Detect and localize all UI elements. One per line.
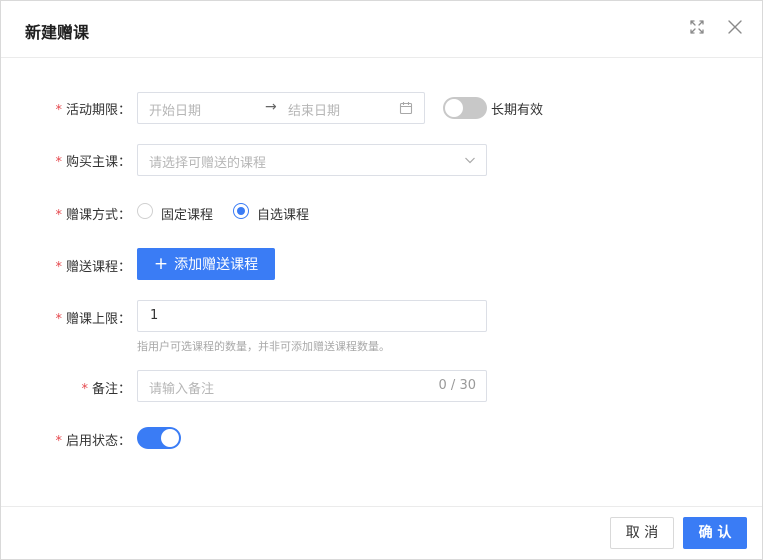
close-icon[interactable] — [726, 18, 744, 36]
remark-counter: 0 / 30 — [438, 378, 476, 393]
required-mark: * — [55, 312, 62, 327]
toggle-knob — [161, 429, 179, 447]
gift-courses-row: * 赠送课程： + 添加赠送课程 — [1, 248, 762, 280]
required-mark: * — [55, 155, 62, 170]
remark-row: * 备注： 请输入备注 0 / 30 — [1, 370, 762, 402]
fullscreen-icon[interactable] — [688, 18, 706, 36]
toggle-knob — [445, 99, 463, 117]
limit-value[interactable]: 1 — [150, 308, 158, 323]
main-course-select[interactable]: 请选择可赠送的课程 — [137, 144, 487, 176]
start-date-placeholder[interactable]: 开始日期 — [149, 100, 201, 119]
limit-label: * 赠课上限： — [55, 312, 131, 327]
required-mark: * — [55, 260, 62, 275]
radio-fixed-course[interactable] — [137, 203, 153, 219]
calendar-icon[interactable] — [399, 101, 413, 119]
limit-hint: 指用户可选课程的数量，并非可添加赠送课程数量。 — [137, 340, 390, 353]
date-range-picker[interactable]: 开始日期 → 结束日期 — [137, 92, 425, 124]
plus-icon: + — [153, 254, 169, 274]
radio-optional-course-label[interactable]: 自选课程 — [257, 204, 309, 223]
gift-courses-label: * 赠送课程： — [55, 260, 131, 275]
period-label: * 活动期限： — [55, 103, 131, 118]
dialog-footer: 取 消 确 认 — [1, 506, 762, 560]
remark-label: * 备注： — [81, 382, 131, 397]
main-course-placeholder: 请选择可赠送的课程 — [149, 156, 267, 171]
add-gift-course-button[interactable]: + 添加赠送课程 — [137, 248, 275, 280]
cancel-button[interactable]: 取 消 — [610, 517, 674, 549]
required-mark: * — [55, 434, 62, 449]
main-course-label: * 购买主课： — [55, 155, 131, 170]
gift-mode-label: * 赠课方式： — [55, 208, 131, 223]
required-mark: * — [55, 103, 62, 118]
long-term-toggle[interactable] — [443, 97, 487, 119]
confirm-button[interactable]: 确 认 — [683, 517, 747, 549]
remark-placeholder: 请输入备注 — [149, 382, 215, 397]
long-term-label: 长期有效 — [491, 103, 544, 118]
chevron-down-icon[interactable] — [464, 154, 476, 170]
end-date-placeholder[interactable]: 结束日期 — [288, 100, 340, 119]
radio-optional-course[interactable] — [233, 203, 249, 219]
gift-mode-row: * 赠课方式： 固定课程 自选课程 — [1, 199, 762, 223]
dialog-title: 新建赠课 — [25, 23, 90, 42]
status-label: * 启用状态： — [55, 434, 131, 449]
main-course-row: * 购买主课： 请选择可赠送的课程 — [1, 144, 762, 176]
period-row: * 活动期限： 开始日期 → 结束日期 长期有效 — [1, 92, 762, 124]
add-gift-course-label: 添加赠送课程 — [174, 257, 259, 273]
new-gift-course-dialog: 新建赠课 * 活动期限： 开始日期 → 结束日期 长期有效 * 购买主课： 请选… — [0, 0, 763, 560]
remark-input[interactable]: 请输入备注 0 / 30 — [137, 370, 487, 402]
status-toggle[interactable] — [137, 427, 181, 449]
required-mark: * — [55, 208, 62, 223]
limit-input[interactable]: 1 — [137, 300, 487, 332]
required-mark: * — [81, 382, 88, 397]
range-separator: → — [265, 99, 277, 115]
limit-row: * 赠课上限： 1 指用户可选课程的数量，并非可添加赠送课程数量。 — [1, 300, 762, 354]
status-row: * 启用状态： — [1, 427, 762, 449]
radio-fixed-course-label[interactable]: 固定课程 — [161, 204, 213, 223]
dialog-header: 新建赠课 — [1, 1, 762, 58]
